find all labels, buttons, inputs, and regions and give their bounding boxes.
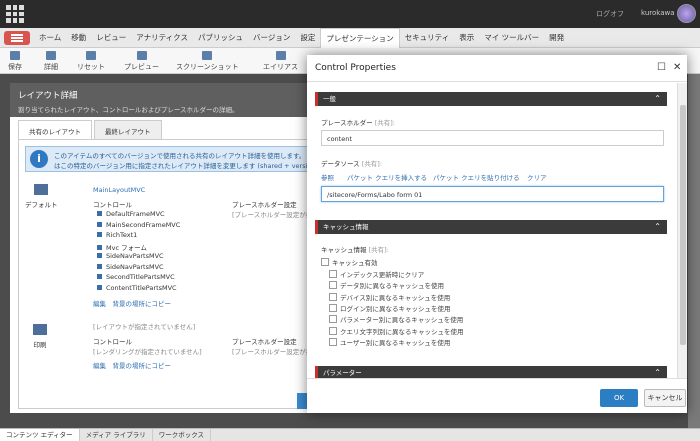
cache-option-checkbox[interactable]: ユーザー別に異なるキャッシュを使用: [329, 337, 450, 347]
cache-option-checkbox[interactable]: クエリ文字列別に異なるキャッシュを使用: [329, 326, 464, 336]
ribbon-tab[interactable]: アナリティクス: [131, 28, 193, 48]
ribbon-tab[interactable]: ホーム: [34, 28, 66, 48]
cache-option-checkbox[interactable]: データ別に異なるキャッシュを使用: [329, 280, 444, 290]
paste-query-link[interactable]: パケット クエリを貼り付ける: [433, 172, 520, 182]
camera-icon: [202, 51, 213, 60]
dialog-title: Control Properties: [315, 63, 396, 73]
ribbon-tab[interactable]: セキュリティ: [400, 28, 455, 48]
bottom-tab[interactable]: メディア ライブラリ: [80, 429, 153, 441]
details-icon: [46, 51, 56, 60]
dialog-body: 一般 ⌃ プレースホルダー [共有]: content データソース [共有]: …: [307, 83, 677, 378]
bottom-tab[interactable]: ワークボックス: [153, 429, 212, 441]
close-icon[interactable]: ✕: [673, 61, 681, 75]
ribbon-tab[interactable]: 表示: [454, 28, 479, 48]
top-bar: ログオフ kurokawa: [0, 0, 700, 28]
section-general[interactable]: 一般 ⌃: [315, 92, 667, 106]
bottom-tab[interactable]: コンテンツ エディター: [0, 429, 80, 441]
alias-icon: [275, 51, 286, 60]
hamburger-menu-icon[interactable]: [4, 31, 30, 45]
screenshot-button[interactable]: スクリーンショット: [176, 51, 239, 72]
browse-link[interactable]: 参照: [321, 172, 334, 182]
datasource-label: データソース [共有]:: [321, 160, 383, 168]
username: kurokawa: [641, 9, 675, 17]
dialog-header: Control Properties ☐ ✕: [307, 55, 687, 82]
background-content-edge: [688, 74, 700, 428]
no-layout-note: [レイアウトが指定されていません]: [93, 323, 196, 331]
control-properties-dialog: Control Properties ☐ ✕ 一般 ⌃ プレースホルダー [共有]…: [307, 55, 687, 413]
chevron-up-icon: ⌃: [654, 222, 661, 231]
dialog-scrollbar[interactable]: [677, 83, 687, 378]
edit-copy-links-2[interactable]: 編集 背景の場所にコピー: [93, 360, 171, 370]
control-item[interactable]: SecondTitlePartsMVC: [97, 273, 175, 281]
placeholder-input[interactable]: content: [321, 130, 664, 146]
cache-label: キャッシュ情報 [共有]:: [321, 246, 389, 254]
logout-link[interactable]: ログオフ: [596, 9, 624, 19]
controls-label-2: コントロール: [93, 338, 132, 346]
preview-icon: [136, 51, 147, 60]
info-banner: i このアイテムのすべてのバージョンで使用される共有のレイアウト詳細を使用します…: [25, 146, 334, 172]
controls-label: コントロール: [93, 201, 132, 209]
section-parameters[interactable]: パラメーター ⌃: [315, 366, 667, 378]
maximize-icon[interactable]: ☐: [657, 61, 666, 75]
control-item[interactable]: Mvc フォーム: [97, 242, 147, 252]
alias-button[interactable]: エイリアス: [263, 51, 298, 72]
datasource-input[interactable]: /sitecore/Forms/Labo form 01: [321, 186, 664, 202]
cache-option-checkbox[interactable]: パラメーター別に異なるキャッシュを使用: [329, 314, 463, 324]
details-button[interactable]: 詳細: [44, 51, 58, 72]
layout-details-dialog: レイアウト詳細 割り当てられたレイアウト、コントロールおよびプレースホルダーの詳…: [10, 83, 334, 413]
ribbon-tab[interactable]: プレゼンテーション: [320, 28, 400, 49]
layout-body: i このアイテムのすべてのバージョンで使用される共有のレイアウト詳細を使用します…: [18, 139, 334, 409]
ok-button[interactable]: OK: [600, 389, 638, 407]
reset-icon: [86, 51, 96, 60]
control-item[interactable]: RichText1: [97, 231, 137, 239]
placeholder-label: プレースホルダー [共有]:: [321, 119, 396, 127]
placeholder-settings-label-2: プレースホルダー設定: [232, 338, 297, 346]
ribbon-tab[interactable]: 移動: [66, 28, 91, 48]
control-item[interactable]: DefaultFrameMVC: [97, 210, 165, 218]
control-item[interactable]: ContentTitlePartsMVC: [97, 284, 177, 292]
ribbon-tab[interactable]: 設定: [295, 28, 320, 48]
device-print: 印刷: [33, 324, 47, 349]
ribbon-tab[interactable]: パブリッシュ: [193, 28, 248, 48]
chevron-up-icon: ⌃: [654, 368, 661, 377]
section-cache[interactable]: キャッシュ情報 ⌃: [315, 220, 667, 234]
reset-button[interactable]: リセット: [77, 51, 105, 72]
cancel-button[interactable]: キャンセル: [644, 389, 686, 407]
insert-query-link[interactable]: パケット クエリを挿入する: [347, 172, 427, 182]
ribbon-tab[interactable]: 開発: [544, 28, 569, 48]
bottom-tab-bar: コンテンツ エディター メディア ライブラリ ワークボックス: [0, 428, 700, 441]
ribbon-tab[interactable]: レビュー: [91, 28, 131, 48]
no-rendering-note: [レンダリングが指定されていません]: [93, 348, 202, 356]
cache-option-checkbox[interactable]: インデックス更新時にクリア: [329, 269, 424, 279]
save-button[interactable]: 保存: [8, 51, 22, 72]
layout-details-header: レイアウト詳細 割り当てられたレイアウト、コントロールおよびプレースホルダーの詳…: [10, 83, 310, 117]
printer-icon: [33, 324, 47, 335]
clear-link[interactable]: クリア: [527, 172, 547, 182]
chevron-up-icon: ⌃: [654, 94, 661, 103]
placeholder-settings-label: プレースホルダー設定: [232, 201, 297, 209]
app-grid-icon[interactable]: [6, 5, 24, 23]
layout-name-link[interactable]: MainLayoutMVC: [93, 186, 145, 194]
edit-copy-links[interactable]: 編集 背景の場所にコピー: [93, 298, 171, 308]
control-item[interactable]: MainSecondFrameMVC: [97, 221, 180, 229]
layout-details-subtitle: 割り当てられたレイアウト、コントロールおよびプレースホルダーの詳細。: [18, 106, 239, 114]
ribbon-tabs: ホーム 移動 レビュー アナリティクス パブリッシュ バージョン 設定 プレゼンテーション セキ…: [34, 28, 569, 49]
control-item[interactable]: SideNavPartsMVC: [97, 252, 164, 260]
cache-option-checkbox[interactable]: デバイス別に異なるキャッシュを使用: [329, 292, 450, 302]
cache-enabled-checkbox[interactable]: キャッシュ有効: [321, 257, 378, 267]
device-default: デフォルト: [25, 184, 58, 209]
scroll-thumb[interactable]: [680, 105, 686, 345]
monitor-icon: [34, 184, 49, 195]
layout-details-title: レイアウト詳細: [18, 91, 78, 101]
save-icon: [10, 51, 20, 60]
ribbon: ホーム 移動 レビュー アナリティクス パブリッシュ バージョン 設定 プレゼンテーション セキ…: [0, 28, 700, 49]
info-icon: i: [30, 150, 48, 168]
avatar[interactable]: [677, 4, 696, 23]
preview-button[interactable]: プレビュー: [124, 51, 159, 72]
ribbon-tab[interactable]: バージョン: [248, 28, 295, 48]
control-item[interactable]: SideNavPartsMVC: [97, 263, 164, 271]
cache-option-checkbox[interactable]: ログイン別に異なるキャッシュを使用: [329, 303, 451, 313]
ribbon-tab[interactable]: マイ ツールバー: [479, 28, 544, 48]
